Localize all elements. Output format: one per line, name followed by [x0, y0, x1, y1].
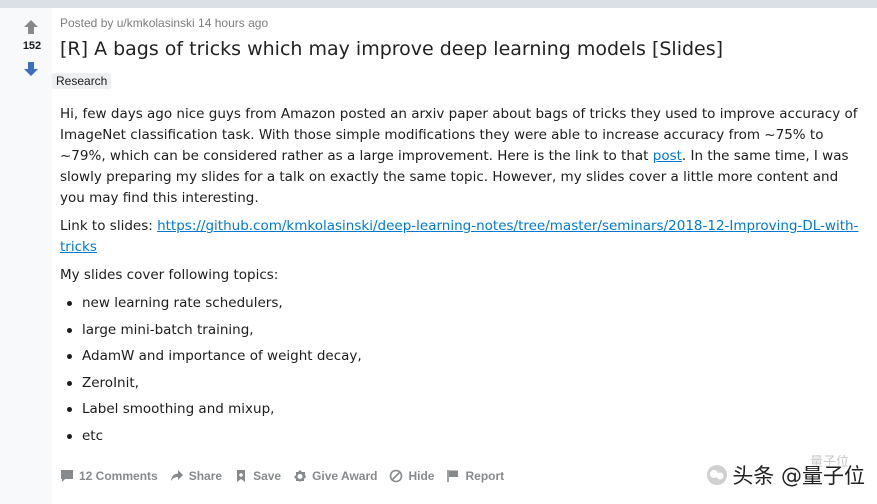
wechat-logo-icon	[707, 465, 728, 485]
list-item: Label smoothing and mixup,	[60, 399, 860, 426]
watermark-text: 头条 @量子位	[732, 464, 865, 488]
list-item: new learning rate schedulers,	[60, 293, 860, 320]
post-flair[interactable]: Research	[52, 73, 112, 89]
list-item: large mini-batch training,	[60, 320, 860, 347]
award-icon	[294, 470, 307, 482]
hide-label: Hide	[408, 469, 435, 483]
list-item: AdamW and importance of weight decay,	[60, 346, 860, 373]
comment-icon	[61, 470, 73, 482]
give-award-label: Give Award	[312, 469, 378, 483]
comments-label: 12 Comments	[79, 469, 158, 483]
slides-paragraph: Link to slides: https://github.com/kmkol…	[60, 216, 860, 258]
hide-button[interactable]: Hide	[389, 469, 434, 483]
topics-heading: My slides cover following topics:	[60, 267, 279, 283]
bookmark-icon	[237, 470, 246, 482]
list-item: ZeroInit,	[60, 373, 860, 400]
share-icon	[170, 470, 183, 481]
flag-icon	[447, 470, 459, 482]
topics-list: new learning rate schedulers, large mini…	[60, 293, 860, 453]
hide-icon	[390, 469, 403, 483]
post-meta[interactable]: Posted by u/kmkolasinski 14 hours ago	[60, 16, 268, 30]
list-item: etc	[60, 426, 860, 453]
report-label: Report	[465, 469, 505, 483]
slides-link[interactable]: https://github.com/kmkolasinski/deep-lea…	[60, 218, 858, 255]
post-body: Hi, few days ago nice guys from Amazon p…	[60, 104, 860, 453]
intro-paragraph: Hi, few days ago nice guys from Amazon p…	[60, 104, 860, 209]
post-link[interactable]: post	[653, 148, 682, 164]
share-label: Share	[188, 469, 223, 483]
save-button[interactable]: Save	[234, 469, 281, 483]
upvote-arrow-icon[interactable]	[20, 16, 42, 38]
vote-column: 152	[0, 8, 52, 504]
report-button[interactable]: Report	[446, 469, 504, 483]
comments-button[interactable]: 12 Comments	[60, 469, 158, 483]
give-award-button[interactable]: Give Award	[293, 469, 377, 483]
vote-score: 152	[22, 40, 42, 52]
watermark: 头条 @量子位	[706, 460, 865, 490]
downvote-arrow-icon[interactable]	[20, 58, 42, 80]
post-actions: 12 Comments Share Save Give Award Hide R…	[60, 469, 516, 483]
save-label: Save	[253, 469, 282, 483]
slides-label: Link to slides:	[60, 218, 158, 234]
post-card: 152 Posted by u/kmkolasinski 14 hours ag…	[0, 8, 877, 504]
post-title[interactable]: [R] A bags of tricks which may improve d…	[60, 38, 723, 60]
share-button[interactable]: Share	[170, 469, 222, 483]
